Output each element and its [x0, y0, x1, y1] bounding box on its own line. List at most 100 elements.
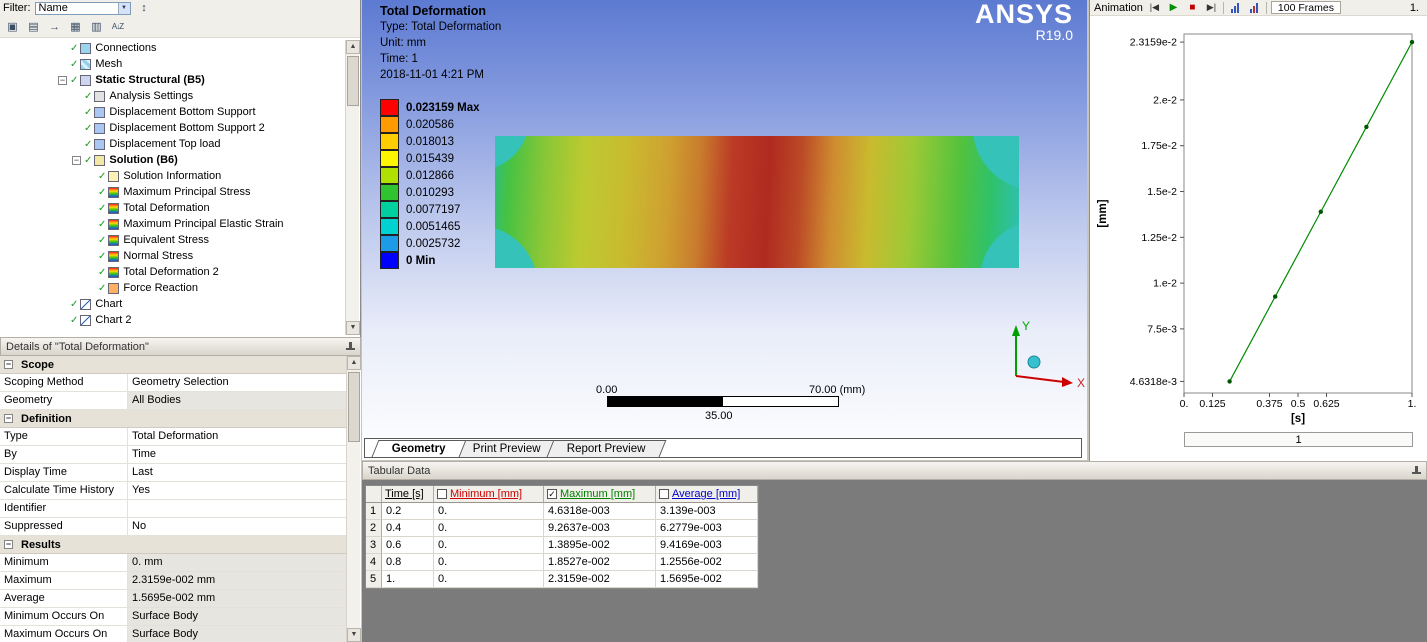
tree-item-maximum-principal-elastic-strain[interactable]: ✓ Maximum Principal Elastic Strain [0, 216, 345, 232]
cell[interactable]: 1.2556e-002 [656, 554, 758, 571]
cell[interactable]: 0. [434, 554, 544, 571]
cell[interactable]: 0. [434, 571, 544, 588]
cell[interactable]: 0.6 [382, 537, 434, 554]
scroll-up-icon[interactable]: ▲ [347, 356, 361, 370]
chart-bars-alt-icon[interactable] [1247, 1, 1262, 15]
cell[interactable]: 0.2 [382, 503, 434, 520]
details-value[interactable]: Geometry Selection [128, 374, 346, 391]
tree-item-normal-stress[interactable]: ✓ Normal Stress [0, 248, 345, 264]
model-view-icon[interactable]: ▣ [3, 18, 22, 36]
cell[interactable]: 1.3895e-002 [544, 537, 656, 554]
row-number[interactable]: 3 [366, 537, 382, 554]
tree-item-chart-2[interactable]: ✓ Chart 2 [0, 312, 345, 328]
cell[interactable]: 1.5695e-002 [656, 571, 758, 588]
row-number[interactable]: 4 [366, 554, 382, 571]
data-point[interactable] [1273, 294, 1278, 299]
cell[interactable]: 6.2779e-003 [656, 520, 758, 537]
tree-item-static-structural-b5[interactable]: − ✓ Static Structural (B5) [0, 72, 345, 88]
time-value-box[interactable]: 1 [1184, 432, 1413, 447]
go-to-icon[interactable]: → [45, 18, 64, 36]
scroll-thumb[interactable] [347, 56, 359, 106]
cell[interactable]: 1.8527e-002 [544, 554, 656, 571]
data-point[interactable] [1318, 209, 1323, 214]
cell[interactable]: 9.4169e-003 [656, 537, 758, 554]
tree-item-maximum-principal-stress[interactable]: ✓ Maximum Principal Stress [0, 184, 345, 200]
details-scrollbar[interactable]: ▲ ▼ [346, 356, 361, 642]
cell[interactable]: 3.139e-003 [656, 503, 758, 520]
row-number[interactable]: 1 [366, 503, 382, 520]
scroll-down-icon[interactable]: ▼ [346, 321, 360, 335]
previous-frame-icon[interactable]: |◀ [1147, 1, 1162, 15]
tree-item-displacement-bottom-support[interactable]: ✓ Displacement Bottom Support [0, 104, 345, 120]
tree-item-connections[interactable]: ✓ Connections [0, 40, 345, 56]
data-point[interactable] [1227, 379, 1232, 384]
triad[interactable]: Y X [992, 312, 1092, 400]
collapse-icon[interactable]: − [4, 360, 13, 369]
tab-print-preview[interactable]: Print Preview [452, 440, 561, 457]
filter-name-combobox[interactable]: Name ▼ [34, 1, 131, 15]
chevron-down-icon[interactable]: ▼ [117, 2, 130, 14]
data-point[interactable] [1364, 124, 1369, 130]
data-point[interactable] [1409, 39, 1415, 45]
pin-icon[interactable] [1411, 465, 1421, 476]
tree-item-force-reaction[interactable]: ✓ Force Reaction [0, 280, 345, 296]
tree-item-mesh[interactable]: ✓ Mesh [0, 56, 345, 72]
tree-item-equivalent-stress[interactable]: ✓ Equivalent Stress [0, 232, 345, 248]
tree-item-displacement-top-load[interactable]: ✓ Displacement Top load [0, 136, 345, 152]
sort-az-icon[interactable]: A↓Z [108, 18, 127, 36]
filter-sort-icon[interactable]: ↕ [135, 0, 154, 17]
cell[interactable]: 0. [434, 503, 544, 520]
row-number[interactable]: 5 [366, 571, 382, 588]
tags-icon[interactable]: ▥ [87, 18, 106, 36]
tab-geometry[interactable]: Geometry [371, 440, 467, 457]
checkbox-minimum-mm[interactable] [437, 489, 447, 499]
play-icon[interactable]: ▶ [1166, 1, 1181, 15]
frames-count-field[interactable]: 100 Frames [1270, 1, 1341, 14]
tree-item-solution-b6[interactable]: − ✓ Solution (B6) [0, 152, 345, 168]
box-select-icon[interactable]: ▦ [66, 18, 85, 36]
tree-scrollbar[interactable]: ▲ ▼ [345, 40, 360, 335]
collapse-icon[interactable]: − [4, 414, 13, 423]
column-header-average-mm[interactable]: Average [mm] [656, 486, 758, 503]
worksheet-icon[interactable]: ▤ [24, 18, 43, 36]
collapse-icon[interactable]: − [4, 540, 13, 549]
scroll-thumb[interactable] [348, 372, 360, 442]
details-value[interactable]: No [128, 518, 346, 535]
checkbox-maximum-mm[interactable]: ✓ [547, 489, 557, 499]
chart-bars-icon[interactable] [1228, 1, 1243, 15]
tree-item-displacement-bottom-support-2[interactable]: ✓ Displacement Bottom Support 2 [0, 120, 345, 136]
graphics-viewport[interactable]: Total Deformation Type: Total Deformatio… [362, 0, 1087, 460]
checkbox-average-mm[interactable] [659, 489, 669, 499]
cell[interactable]: 2.3159e-002 [544, 571, 656, 588]
column-header-time-s[interactable]: Time [s] [382, 486, 434, 503]
scroll-down-icon[interactable]: ▼ [347, 628, 361, 642]
tree-expander-icon[interactable]: − [72, 155, 81, 165]
tree-item-chart[interactable]: ✓ Chart [0, 296, 345, 312]
cell[interactable]: 0.4 [382, 520, 434, 537]
z-axis-ball[interactable] [1027, 355, 1041, 369]
scroll-up-icon[interactable]: ▲ [346, 40, 360, 54]
contour-plot[interactable] [495, 136, 1019, 268]
tree-item-solution-information[interactable]: ✓ Solution Information [0, 168, 345, 184]
column-header-index[interactable] [366, 486, 382, 503]
cell[interactable]: 9.2637e-003 [544, 520, 656, 537]
cell[interactable]: 4.6318e-003 [544, 503, 656, 520]
stop-icon[interactable]: ■ [1185, 1, 1200, 15]
cell[interactable]: 1. [382, 571, 434, 588]
details-value[interactable]: Yes [128, 482, 346, 499]
column-header-minimum-mm[interactable]: Minimum [mm] [434, 486, 544, 503]
cell[interactable]: 0. [434, 520, 544, 537]
row-number[interactable]: 2 [366, 520, 382, 537]
tree-item-analysis-settings[interactable]: ✓ Analysis Settings [0, 88, 345, 104]
timeline-chart[interactable]: 2.3159e-2 2.e-2 1.75e-2 1.5e-2 1.25e-2 1.e-2 7… [1090, 18, 1427, 430]
cell[interactable]: 0. [434, 537, 544, 554]
column-header-maximum-mm[interactable]: ✓ Maximum [mm] [544, 486, 656, 503]
tree-expander-icon[interactable]: − [58, 75, 67, 85]
tree-item-total-deformation[interactable]: ✓ Total Deformation [0, 200, 345, 216]
details-value[interactable]: Total Deformation [128, 428, 346, 445]
details-value[interactable]: Time [128, 446, 346, 463]
details-value[interactable]: Last [128, 464, 346, 481]
next-frame-icon[interactable]: ▶| [1204, 1, 1219, 15]
tree-item-total-deformation-2[interactable]: ✓ Total Deformation 2 [0, 264, 345, 280]
tab-report-preview[interactable]: Report Preview [547, 440, 667, 457]
